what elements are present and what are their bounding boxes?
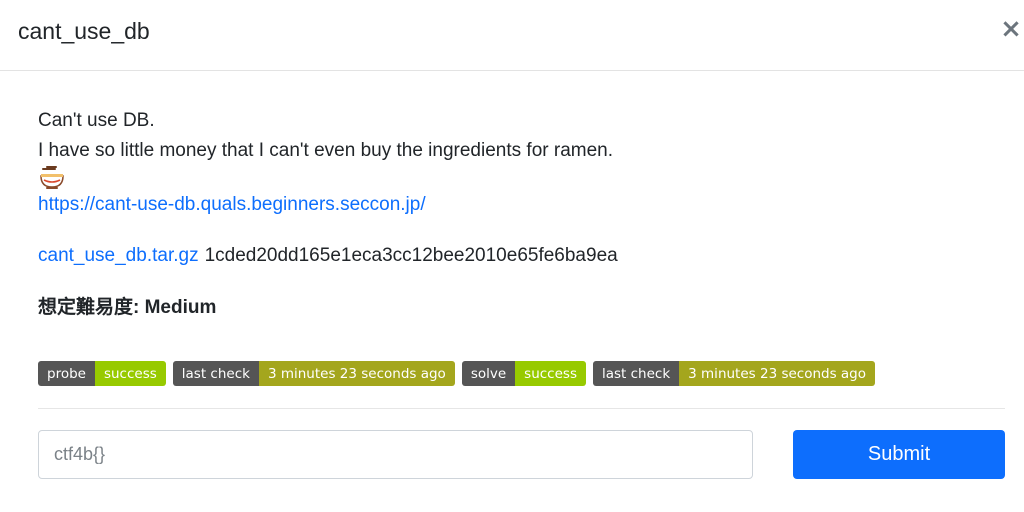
- badge-label: solve: [461, 361, 516, 386]
- submit-button[interactable]: Submit: [793, 430, 1005, 479]
- divider: [38, 408, 1005, 409]
- challenge-description: Can't use DB. I have so little money tha…: [38, 106, 1005, 323]
- close-button[interactable]: ×: [1000, 14, 1022, 44]
- badge-value: success: [94, 361, 166, 386]
- solve-status-badge: solve success: [461, 361, 586, 386]
- probe-status-badge: probe success: [38, 361, 166, 386]
- challenge-modal: cant_use_db × Can't use DB. I have so li…: [0, 0, 1024, 512]
- modal-title: cant_use_db: [18, 18, 150, 44]
- ramen-bowl-icon: [40, 166, 64, 189]
- badge-value: success: [515, 361, 586, 386]
- badge-label: last check: [172, 361, 259, 386]
- status-badges: probe success last check 3 minutes 23 se…: [38, 361, 876, 386]
- description-line-1: Can't use DB.: [38, 110, 155, 131]
- solve-last-check-badge: last check 3 minutes 23 seconds ago: [592, 361, 876, 386]
- difficulty-label: 想定難易度: Medium: [38, 297, 217, 318]
- badge-value: 3 minutes 23 seconds ago: [258, 361, 455, 386]
- challenge-url-link[interactable]: https://cant-use-db.quals.beginners.secc…: [38, 190, 1005, 220]
- modal-header: cant_use_db ×: [0, 0, 1024, 71]
- probe-last-check-badge: last check 3 minutes 23 seconds ago: [172, 361, 455, 386]
- flag-input[interactable]: [38, 430, 753, 479]
- attachment-row: cant_use_db.tar.gz 1cded20dd165e1eca3cc12…: [38, 241, 1005, 271]
- badge-label: last check: [592, 361, 680, 386]
- attachment-download-link[interactable]: cant_use_db.tar.gz: [38, 245, 199, 266]
- badge-value: 3 minutes 23 seconds ago: [679, 361, 876, 386]
- attachment-hash: 1cded20dd165e1eca3cc12bee2010e65fe6ba9ea: [204, 245, 618, 266]
- description-line-2: I have so little money that I can't even…: [38, 140, 614, 161]
- badge-label: probe: [38, 361, 95, 386]
